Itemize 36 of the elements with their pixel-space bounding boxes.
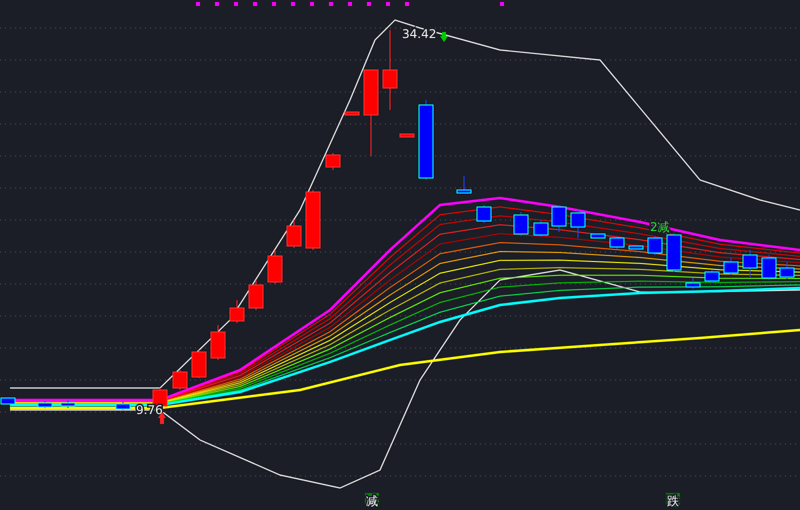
candlestick xyxy=(286,220,302,248)
candlestick xyxy=(476,204,492,224)
candlestick xyxy=(590,234,606,238)
candlestick xyxy=(686,278,700,290)
candlestick xyxy=(38,400,52,408)
candlestick xyxy=(210,324,226,360)
signal-marker: 减 xyxy=(365,493,379,508)
candlestick xyxy=(742,250,758,278)
candlestick xyxy=(306,190,320,250)
candlestick xyxy=(344,112,360,116)
candlestick xyxy=(552,204,566,232)
candlestick xyxy=(534,220,548,238)
candlestick xyxy=(230,300,244,324)
candlestick xyxy=(762,254,776,280)
candlestick xyxy=(780,262,794,280)
candlestick xyxy=(570,210,586,238)
candlestick xyxy=(248,280,264,310)
candlestick xyxy=(610,236,624,250)
candlestick xyxy=(400,134,414,138)
candlestick xyxy=(628,246,644,250)
down-arrow-icon xyxy=(440,32,448,42)
candlestick xyxy=(648,236,662,256)
candlestick xyxy=(666,232,682,272)
candlestick xyxy=(116,402,130,410)
candlestick xyxy=(456,176,472,194)
candlestick xyxy=(514,212,528,236)
candlestick xyxy=(704,270,720,284)
high-price-label: 34.42 xyxy=(402,27,436,41)
candlestick xyxy=(326,152,340,170)
candlestick xyxy=(724,258,738,276)
candlestick xyxy=(192,350,206,378)
low-price-label: 9.76 xyxy=(136,403,163,417)
candlestick xyxy=(0,398,16,404)
candlestick xyxy=(268,250,282,284)
signal-marker: 跌 xyxy=(666,493,680,508)
candlestick xyxy=(172,370,188,390)
